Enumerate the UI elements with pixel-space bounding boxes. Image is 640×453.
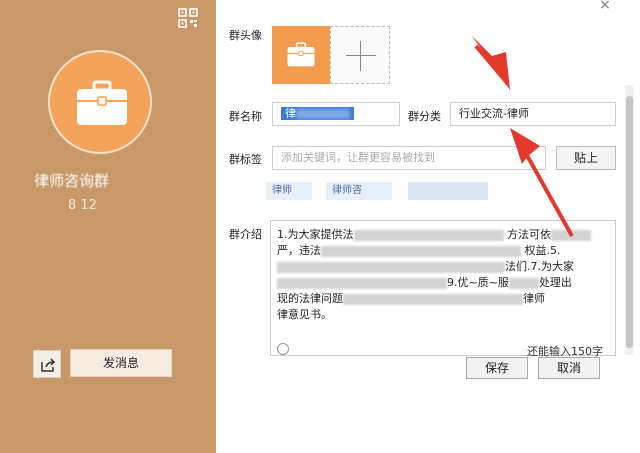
group-profile-panel: 律师咨询群 8 12 发消息 bbox=[0, 0, 216, 453]
group-avatar-current[interactable] bbox=[272, 26, 330, 84]
briefcase-icon bbox=[77, 80, 127, 125]
category-label: 群分类 bbox=[408, 110, 441, 123]
intro-line: 严，违法 权益.5. bbox=[277, 244, 561, 257]
intro-label: 群介绍 bbox=[229, 228, 262, 241]
scrollbar-thumb[interactable] bbox=[626, 96, 633, 348]
tag-input[interactable]: 添加关键词，让群更容易被找到 bbox=[272, 146, 546, 170]
paste-button[interactable]: 贴上 bbox=[556, 146, 616, 170]
save-button[interactable]: 保存 bbox=[466, 357, 528, 379]
cancel-button[interactable]: 取消 bbox=[538, 357, 600, 379]
emoji-icon[interactable] bbox=[277, 343, 289, 355]
group-avatar-large[interactable] bbox=[48, 50, 152, 154]
send-message-button[interactable]: 发消息 bbox=[70, 349, 172, 377]
intro-text: 1.为大家提供法 方法可依 严，违法 权益.5. 法们.7.为大家 9.优~质~… bbox=[277, 227, 609, 323]
tag-chip[interactable]: 律师 bbox=[266, 182, 312, 200]
avatar-label: 群头像 bbox=[229, 29, 262, 42]
close-icon[interactable]: × bbox=[598, 0, 612, 12]
group-category-field[interactable]: 行业交流-律师 bbox=[450, 102, 616, 126]
qr-code-icon[interactable] bbox=[178, 8, 198, 28]
group-name-selection: 律 bbox=[281, 107, 354, 120]
annotation-arrow bbox=[474, 44, 510, 86]
intro-line: 1.为大家提供法 方法可依 bbox=[277, 227, 609, 243]
intro-line: 9.优~质~服 处理出 bbox=[277, 275, 609, 291]
briefcase-icon bbox=[287, 42, 315, 67]
intro-line: 律意见书。 bbox=[277, 308, 332, 321]
tag-label: 群标签 bbox=[229, 153, 262, 166]
tag-chip[interactable] bbox=[408, 182, 488, 200]
group-intro-textarea[interactable]: 1.为大家提供法 方法可依 严，违法 权益.5. 法们.7.为大家 9.优~质~… bbox=[270, 220, 616, 358]
name-label: 群名称 bbox=[229, 110, 262, 123]
group-name-input[interactable]: 律 bbox=[272, 102, 400, 126]
intro-line: 法们.7.为大家 bbox=[277, 259, 609, 275]
group-id-display: 8 12 bbox=[68, 198, 97, 213]
tag-chip[interactable]: 律师咨 bbox=[326, 182, 392, 200]
intro-line: 现的法律问题 律师 bbox=[277, 292, 545, 305]
add-avatar-button[interactable] bbox=[330, 26, 390, 84]
share-button[interactable] bbox=[33, 350, 61, 378]
group-name-display: 律师咨询群 bbox=[34, 172, 110, 190]
arrow-head bbox=[472, 36, 510, 90]
share-icon bbox=[41, 358, 56, 372]
